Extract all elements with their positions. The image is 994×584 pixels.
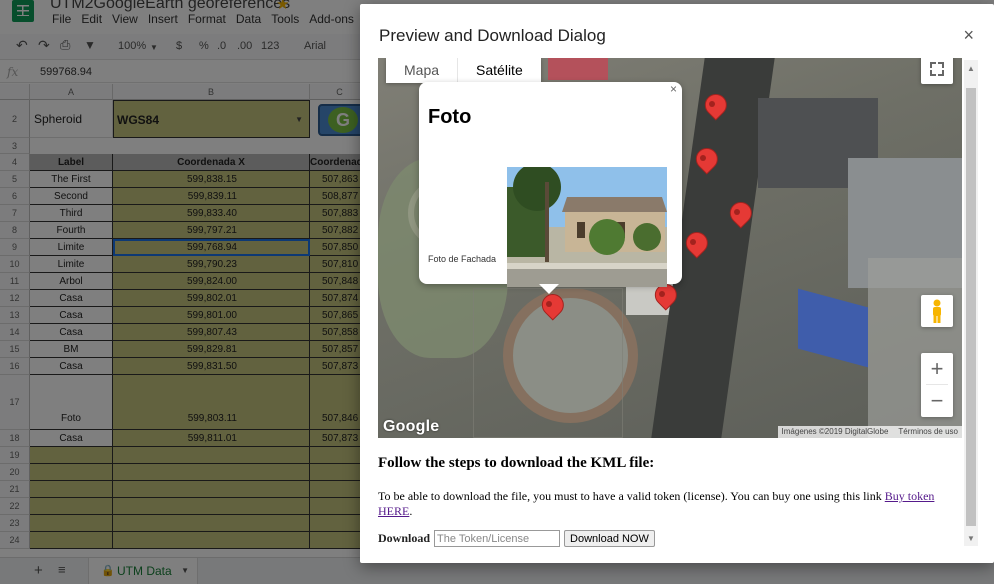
fullscreen-button[interactable] bbox=[921, 58, 953, 84]
map-type-control: Mapa Satélite bbox=[386, 58, 541, 83]
facade-photo-image bbox=[507, 167, 667, 287]
download-now-button[interactable]: Download NOW bbox=[564, 530, 655, 547]
imagery-credit: Imágenes ©2019 DigitalGlobe bbox=[781, 427, 889, 436]
tab-satellite[interactable]: Satélite bbox=[457, 58, 541, 83]
instructions-end: . bbox=[409, 504, 413, 518]
download-label: Download bbox=[378, 531, 431, 545]
zoom-in-button[interactable]: + bbox=[926, 353, 948, 385]
close-icon[interactable]: × bbox=[963, 26, 974, 44]
map-marker[interactable] bbox=[651, 284, 673, 318]
info-window: × Foto Foto de Fachada bbox=[419, 82, 682, 294]
kml-instructions: To be able to download the file, you mus… bbox=[378, 489, 958, 519]
map-marker[interactable] bbox=[682, 232, 704, 266]
map-marker[interactable] bbox=[701, 94, 723, 128]
dialog-content: Mapa Satélite + − Google Imágenes ©2019 … bbox=[378, 58, 978, 547]
info-window-caption: Foto de Fachada bbox=[428, 254, 497, 264]
preview-download-dialog: Preview and Download Dialog × Mapa Satél… bbox=[360, 4, 994, 563]
pegman-icon bbox=[933, 299, 941, 323]
satellite-map[interactable]: Mapa Satélite + − Google Imágenes ©2019 … bbox=[378, 58, 962, 438]
scroll-up-arrow-icon[interactable]: ▲ bbox=[966, 64, 976, 74]
dialog-scrollbar[interactable]: ▲ ▼ bbox=[964, 60, 978, 546]
instructions-text: To be able to download the file, you mus… bbox=[378, 489, 885, 503]
map-marker[interactable] bbox=[726, 202, 748, 236]
zoom-out-button[interactable]: − bbox=[921, 385, 953, 416]
info-window-close-icon[interactable]: × bbox=[670, 82, 677, 96]
zoom-control: + − bbox=[921, 353, 953, 417]
dialog-title: Preview and Download Dialog bbox=[379, 26, 606, 45]
street-view-pegman[interactable] bbox=[921, 295, 953, 327]
kml-heading: Follow the steps to download the KML fil… bbox=[378, 455, 655, 471]
scrollbar-thumb[interactable] bbox=[966, 88, 976, 526]
google-logo[interactable]: Google bbox=[383, 418, 439, 436]
fullscreen-icon bbox=[930, 62, 944, 76]
terms-link[interactable]: Términos de uso bbox=[898, 427, 958, 437]
facade-photo bbox=[507, 167, 667, 287]
info-window-title: Foto bbox=[428, 106, 472, 128]
map-roof-red bbox=[548, 58, 608, 80]
download-row: Download Download NOW bbox=[378, 530, 655, 547]
map-marker[interactable] bbox=[692, 148, 714, 182]
tab-map[interactable]: Mapa bbox=[386, 58, 457, 83]
map-marker-selected[interactable] bbox=[538, 294, 560, 328]
token-input[interactable] bbox=[434, 530, 561, 547]
map-attribution: Imágenes ©2019 DigitalGlobe Términos de … bbox=[777, 426, 962, 438]
scroll-down-arrow-icon[interactable]: ▼ bbox=[966, 534, 976, 544]
